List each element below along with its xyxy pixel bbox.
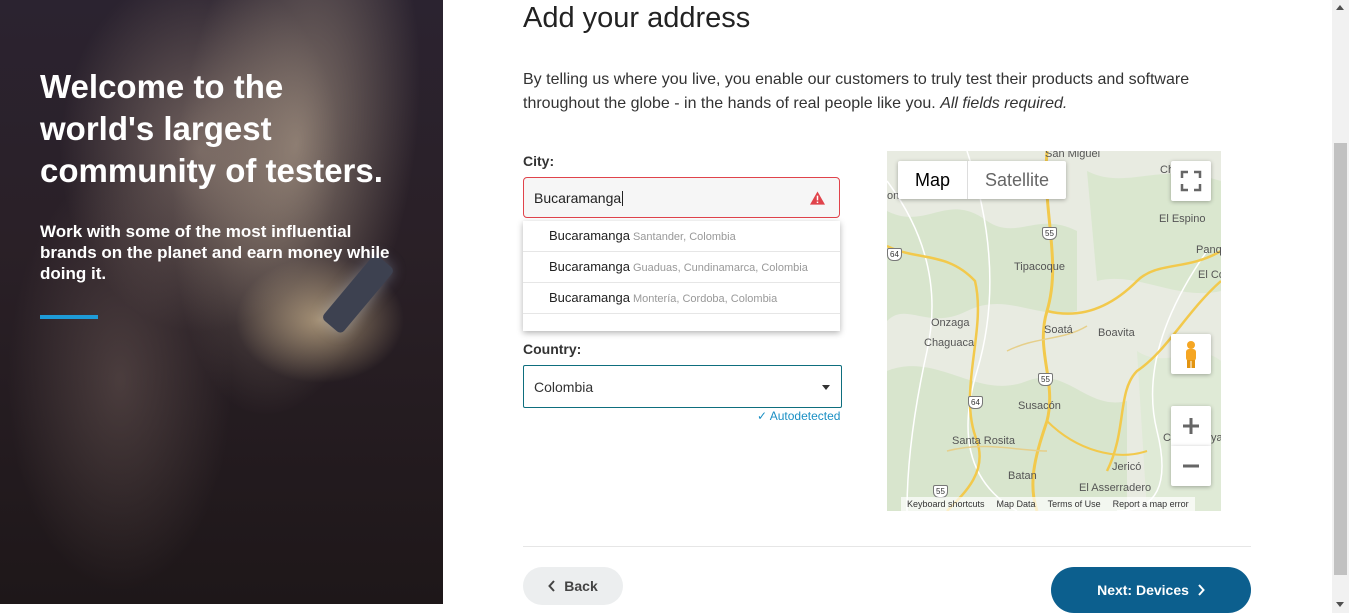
map-place-label: El Co — [1198, 269, 1221, 281]
map-place-label: Soatá — [1044, 324, 1073, 336]
hero-subtitle: Work with some of the most influential b… — [40, 222, 390, 283]
chevron-right-icon — [1198, 584, 1205, 596]
map-report-error-link[interactable]: Report a map error — [1113, 497, 1189, 511]
map-place-label: El Asserradero — [1079, 482, 1152, 494]
country-label: Country: — [523, 341, 582, 357]
map-type-control: Map Satellite — [898, 161, 1067, 199]
city-input[interactable]: Bucaramanga — [523, 177, 840, 218]
map-type-map-button[interactable]: Map — [898, 161, 969, 199]
scrollbar-thumb[interactable] — [1334, 143, 1347, 575]
pegman-icon — [1186, 341, 1196, 368]
country-select[interactable]: Colombia — [523, 365, 842, 408]
route-shield: 55 — [1042, 227, 1057, 240]
plus-icon — [1183, 418, 1199, 434]
chevron-left-icon — [548, 579, 556, 592]
suggestion-main-text: Bucaramanga — [549, 259, 630, 274]
map-place-label: Batan — [1008, 470, 1037, 482]
suggestion-secondary-text: Santander, Colombia — [632, 231, 736, 243]
hero-title: Welcome to the world's largest community… — [40, 68, 383, 189]
country-select-value: Colombia — [534, 379, 594, 395]
map-place-label: Boavita — [1098, 327, 1135, 339]
map-place-label: Santa Rosita — [952, 435, 1015, 447]
route-shield: 64 — [887, 248, 902, 261]
map-place-label: El Espino — [1159, 213, 1206, 225]
autodetected-note: ✓ Autodetected — [757, 409, 840, 423]
suggestion-item[interactable]: Bucaramanga Guaduas, Cundinamarca, Colomb… — [523, 252, 840, 283]
back-button-label: Back — [564, 577, 598, 594]
city-suggestions-dropdown: Bucaramanga Santander, Colombia Bucaraman… — [523, 221, 840, 331]
map-place-label: ya — [1211, 432, 1221, 444]
map-keyboard-shortcuts-link[interactable]: Keyboard shortcuts — [907, 497, 985, 511]
map-data-link[interactable]: Map Data — [997, 497, 1036, 511]
map-place-label: San Miguel — [1045, 151, 1101, 160]
map-place-label: Tipacoque — [1014, 261, 1065, 273]
autodetected-label: Autodetected — [769, 409, 841, 423]
map-type-satellite-button[interactable]: Satellite — [968, 161, 1066, 199]
zoom-in-button[interactable] — [1171, 406, 1211, 446]
route-shield: 64 — [968, 396, 983, 409]
street-view-button[interactable] — [1171, 334, 1211, 374]
intro-body: By telling us where you live, you enable… — [523, 71, 1190, 112]
intro-text: By telling us where you live, you enable… — [523, 68, 1223, 116]
route-shield: 55 — [1038, 373, 1053, 386]
scroll-down-arrow-icon[interactable] — [1336, 602, 1344, 607]
back-button[interactable]: Back — [523, 567, 623, 605]
suggestion-item[interactable]: Bucaramanga Santander, Colombia — [523, 221, 840, 252]
next-button[interactable]: Next: Devices — [1051, 567, 1251, 613]
fullscreen-icon — [1180, 170, 1202, 192]
city-input-value: Bucaramanga — [534, 190, 622, 206]
next-button-label: Next: Devices — [1097, 582, 1189, 598]
scroll-up-arrow-icon[interactable] — [1336, 5, 1344, 10]
warning-icon — [810, 191, 825, 205]
map-place-label: Susacón — [1018, 400, 1061, 412]
hero-accent-rule — [40, 315, 98, 319]
caret-down-icon — [822, 385, 830, 390]
page-scrollbar[interactable] — [1332, 0, 1349, 613]
footer-divider — [523, 546, 1251, 547]
map-place-label: Panqu — [1196, 244, 1221, 256]
minus-icon — [1183, 464, 1199, 468]
hero-panel: Welcome to the world's largest community… — [0, 0, 443, 604]
suggestion-secondary-text: Montería, Cordoba, Colombia — [632, 293, 778, 305]
suggestion-main-text: Bucaramanga — [549, 290, 630, 305]
hero-content: Welcome to the world's largest community… — [40, 66, 400, 319]
map-place-label: Onzaga — [931, 317, 970, 329]
zoom-out-button[interactable] — [1171, 446, 1211, 486]
check-icon: ✓ — [757, 409, 768, 423]
suggestion-item[interactable]: Bucaramanga Montería, Cordoba, Colombia — [523, 283, 840, 314]
map-footer: Keyboard shortcuts Map Data Terms of Use… — [901, 497, 1195, 511]
map-terms-link[interactable]: Terms of Use — [1048, 497, 1101, 511]
city-label: City: — [523, 153, 555, 169]
page-title: Add your address — [523, 2, 751, 34]
map-place-label: Jericó — [1112, 461, 1142, 473]
map-place-label: Chaguaca — [924, 337, 975, 349]
fullscreen-button[interactable] — [1171, 161, 1211, 201]
suggestion-main-text: Bucaramanga — [549, 228, 630, 243]
suggestion-secondary-text: Guaduas, Cundinamarca, Colombia — [632, 262, 808, 274]
intro-required-note: All fields required. — [940, 95, 1068, 112]
location-map[interactable]: San Miguel El Espino Tipacoque Panqu El … — [887, 151, 1221, 511]
